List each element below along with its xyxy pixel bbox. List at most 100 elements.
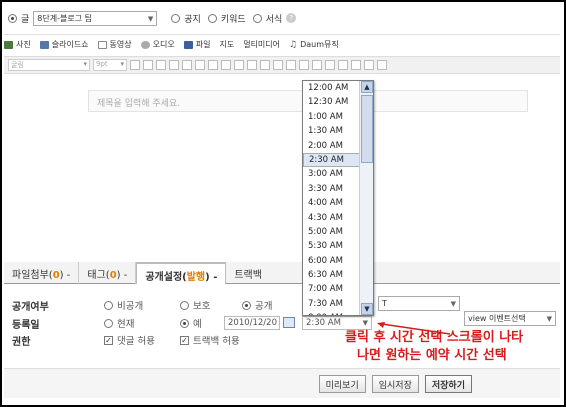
right-select-1[interactable]: T ▼ (378, 296, 460, 311)
private-radio[interactable] (104, 300, 113, 310)
help-icon[interactable]: ? (286, 13, 297, 23)
save-button[interactable]: 저장하기 (424, 374, 472, 393)
preview-button[interactable]: 미리보기 (318, 374, 366, 393)
date-field[interactable]: 2010/12/20 (224, 316, 280, 330)
notice-radio[interactable] (171, 13, 181, 23)
tab-attachments-count: 0 (52, 270, 60, 281)
tab-tags-suffix: ) (116, 270, 121, 281)
protected-radio[interactable] (180, 300, 189, 310)
time-option[interactable]: 1:30 AM (303, 124, 361, 138)
indent-icon[interactable] (260, 60, 270, 70)
scroll-down-icon[interactable]: ▼ (361, 303, 373, 315)
video-label: 동영상 (109, 40, 132, 49)
table-icon[interactable] (338, 60, 348, 70)
tab-attachments-label: 파일첨부( (12, 270, 53, 281)
bold-icon[interactable] (130, 60, 140, 70)
time-option[interactable]: 5:00 AM (303, 225, 361, 239)
view-event-select[interactable]: view 이벤트선택 ▼ (464, 311, 556, 326)
scroll-up-icon[interactable]: ▲ (361, 81, 373, 93)
tab-tags[interactable]: 태그(0) - (79, 262, 137, 284)
align-justify-icon[interactable] (247, 60, 257, 70)
more-icon[interactable] (377, 60, 387, 70)
align-center-icon[interactable] (221, 60, 231, 70)
tab-publish-status: 발행 (186, 272, 206, 283)
template-radio[interactable] (252, 13, 262, 23)
photo-button[interactable]: 사진 (4, 39, 31, 50)
strikethrough-icon[interactable] (169, 60, 179, 70)
rights-label: 권한 (12, 337, 31, 348)
underline-icon[interactable] (143, 60, 153, 70)
public-label: 공개 (255, 301, 273, 312)
time-option[interactable]: 6:30 AM (303, 268, 361, 282)
time-select[interactable]: 2:30 AM ▼ (302, 316, 372, 330)
comments-checkbox[interactable]: ✓ (104, 335, 113, 345)
map-label: 지도 (219, 40, 235, 49)
reserve-label: 예 (193, 319, 202, 330)
line-height-icon[interactable] (286, 60, 296, 70)
visibility-private[interactable]: 비공개 (104, 298, 143, 312)
align-right-icon[interactable] (234, 60, 244, 70)
now-radio[interactable] (104, 318, 113, 328)
time-option[interactable]: 12:30 AM (303, 95, 361, 109)
time-option[interactable]: 4:30 AM (303, 211, 361, 225)
register-now[interactable]: 현재 (104, 316, 134, 330)
tab-publish-settings[interactable]: 공개설정(발행) - (136, 262, 227, 284)
special-char-icon[interactable] (351, 60, 361, 70)
time-option[interactable]: 6:00 AM (303, 254, 361, 268)
chevron-down-icon: ▼ (450, 300, 456, 308)
tab-tags-arrow: - (123, 270, 128, 281)
link-icon[interactable] (325, 60, 335, 70)
slideshow-label: 슬라이드쇼 (51, 40, 89, 49)
align-left-icon[interactable] (208, 60, 218, 70)
scroll-thumb[interactable] (361, 95, 373, 163)
map-button[interactable]: 지도 (219, 39, 234, 50)
media-toolbar: 사진 슬라이드쇼 동영상 오디오 파일 지도 멀티미디어 ♫ Daum뮤직 (4, 34, 560, 54)
time-option[interactable]: 5:30 AM (303, 239, 361, 253)
file-button[interactable]: 파일 (183, 39, 210, 50)
category-select[interactable]: 8단계-블로그 팁 ▼ (33, 10, 158, 26)
time-dropdown[interactable]: 12:00 AM 12:30 AM 1:00 AM 1:30 AM 2:00 AM 2:3… (302, 80, 374, 316)
font-select[interactable]: 굴림 (8, 59, 90, 71)
time-select-value: 2:30 AM (306, 318, 341, 328)
allow-trackback[interactable]: ✓ 트랙백 허용 (180, 333, 240, 347)
highlight-icon[interactable] (195, 60, 205, 70)
calendar-icon[interactable] (283, 317, 295, 328)
time-option[interactable]: 3:30 AM (303, 182, 361, 196)
tab-attachments[interactable]: 파일첨부(0) - (4, 262, 80, 284)
daum-music-button[interactable]: ♫ Daum뮤직 (289, 39, 339, 50)
tab-trackback[interactable]: 트랙백 (226, 262, 270, 284)
dropdown-scrollbar[interactable]: ▲ ▼ (359, 81, 373, 315)
trackback-checkbox[interactable]: ✓ (180, 335, 189, 345)
video-button[interactable]: 동영상 (97, 39, 132, 50)
category-radio[interactable] (8, 13, 17, 23)
outdent-icon[interactable] (273, 60, 283, 70)
public-radio[interactable] (242, 300, 251, 310)
time-option[interactable]: 1:00 AM (303, 110, 361, 124)
time-option[interactable]: 8:00 AM (303, 311, 361, 315)
annotation-line-1: 클릭 후 시간 선택 스크롤이 나타 (345, 330, 524, 345)
time-option[interactable]: 2:30 AM (303, 152, 361, 168)
time-option[interactable]: 3:00 AM (303, 167, 361, 181)
list-icon[interactable] (299, 60, 309, 70)
temp-save-button[interactable]: 임시저장 (371, 374, 419, 393)
time-option[interactable]: 7:30 AM (303, 297, 361, 311)
font-color-icon[interactable] (182, 60, 192, 70)
time-option[interactable]: 7:00 AM (303, 282, 361, 296)
quote-icon[interactable] (312, 60, 322, 70)
emoticon-icon[interactable] (364, 60, 374, 70)
visibility-public[interactable]: 공개 (242, 298, 272, 312)
slideshow-button[interactable]: 슬라이드쇼 (39, 39, 89, 50)
keyword-radio[interactable] (207, 13, 217, 23)
time-option[interactable]: 2:00 AM (303, 139, 361, 153)
audio-button[interactable]: 오디오 (140, 39, 175, 50)
visibility-protected[interactable]: 보호 (180, 298, 210, 312)
font-size-select[interactable]: 9pt (93, 59, 127, 71)
allow-comments[interactable]: ✓ 댓글 허용 (104, 333, 155, 347)
time-option[interactable]: 4:00 AM (303, 196, 361, 210)
multimedia-button[interactable]: 멀티미디어 (243, 39, 280, 50)
register-reserve[interactable]: 예 (180, 316, 202, 330)
reserve-radio[interactable] (180, 318, 189, 328)
italic-icon[interactable] (156, 60, 166, 70)
time-option[interactable]: 12:00 AM (303, 81, 361, 95)
trackback-label: 트랙백 허용 (193, 336, 240, 347)
